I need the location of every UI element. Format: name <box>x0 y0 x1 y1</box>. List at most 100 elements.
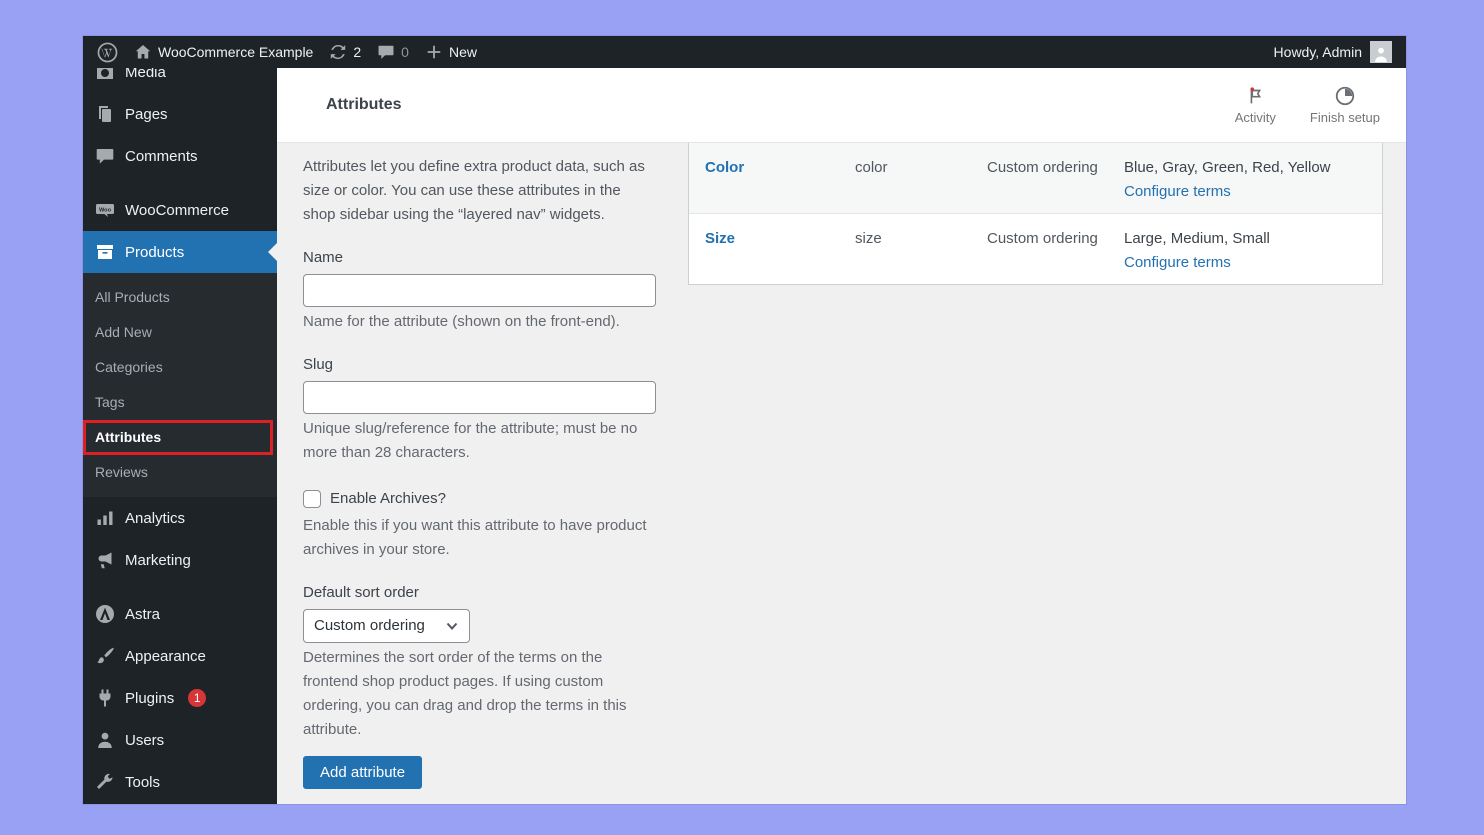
sidebar-item-astra[interactable]: Astra <box>83 593 277 635</box>
wordpress-logo-menu[interactable] <box>97 42 118 63</box>
sidebar-item-analytics[interactable]: Analytics <box>83 497 277 539</box>
add-attribute-button[interactable]: Add attribute <box>303 756 423 789</box>
submenu-item-tags[interactable]: Tags <box>83 384 277 419</box>
sidebar-item-pages[interactable]: Pages <box>83 93 277 135</box>
name-input[interactable] <box>303 274 656 307</box>
submenu-label: Add New <box>95 323 152 340</box>
site-name: WooCommerce Example <box>158 44 314 60</box>
submenu-item-attributes[interactable]: Attributes <box>83 419 277 454</box>
wordpress-logo-icon <box>97 42 118 62</box>
updates-menu[interactable]: 2 <box>329 43 361 61</box>
comments-count: 0 <box>401 44 409 60</box>
chevron-down-icon <box>446 622 458 630</box>
slug-label: Slug <box>303 356 334 373</box>
submenu-label: Attributes <box>95 428 162 445</box>
setup-progress-icon <box>1335 86 1355 106</box>
sidebar-item-woocommerce[interactable]: Woo WooCommerce <box>83 189 277 231</box>
person-icon <box>1375 47 1387 63</box>
slug-input[interactable] <box>303 381 656 414</box>
finish-setup-button[interactable]: Finish setup <box>1310 85 1380 125</box>
attribute-name-link[interactable]: Size <box>705 230 735 247</box>
users-icon <box>98 732 112 748</box>
archives-help-text: Enable this if you want this attribute t… <box>303 517 647 558</box>
sidebar-item-tools[interactable]: Tools <box>83 761 277 803</box>
page-title: Attributes <box>326 96 402 113</box>
sort-order-value: Custom ordering <box>314 617 425 634</box>
attribute-orderby-cell: Custom ordering <box>987 159 1098 176</box>
submenu-item-all-products[interactable]: All Products <box>83 279 277 314</box>
sidebar-separator <box>83 177 277 189</box>
terms-list: Blue, Gray, Green, Red, Yellow <box>1124 159 1331 176</box>
sidebar-item-plugins[interactable]: Plugins 1 <box>83 677 277 719</box>
attributes-intro-text: Attributes let you define extra product … <box>303 158 645 223</box>
add-attribute-form: Attributes let you define extra product … <box>303 143 656 789</box>
sidebar-item-label: Products <box>125 243 185 261</box>
avatar <box>1370 41 1392 63</box>
table-row-color: Color color Custom ordering Blue, Gray, … <box>689 143 1382 214</box>
updates-icon <box>331 44 346 60</box>
submenu-label: Reviews <box>95 463 148 480</box>
enable-archives-row: Enable Archives? <box>303 487 656 511</box>
slug-help-text: Unique slug/reference for the attribute;… <box>303 420 638 461</box>
site-menu[interactable]: WooCommerce Example <box>134 43 313 61</box>
admin-window: WooCommerce Example 2 0 New Howdy, Admin… <box>83 36 1406 804</box>
sidebar-item-label: Appearance <box>125 647 206 665</box>
enable-archives-checkbox[interactable] <box>303 490 321 508</box>
sort-order-label: Default sort order <box>303 584 419 601</box>
sidebar-item-marketing[interactable]: Marketing <box>83 539 277 581</box>
sidebar-item-label: Pages <box>125 105 168 123</box>
sidebar-item-label: Plugins <box>125 689 175 707</box>
submenu-item-categories[interactable]: Categories <box>83 349 277 384</box>
astra-icon <box>96 605 114 623</box>
submenu-label: All Products <box>95 288 170 305</box>
comment-bubble-icon <box>378 45 394 59</box>
submenu-label: Categories <box>95 358 163 375</box>
admin-bar: WooCommerce Example 2 0 New Howdy, Admin <box>83 36 1406 68</box>
attribute-orderby-cell: Custom ordering <box>987 230 1098 247</box>
page-header: Attributes Activity Finish setup <box>277 68 1406 143</box>
products-submenu: All Products Add New Categories Tags Att… <box>83 273 277 497</box>
attribute-slug-cell: size <box>855 230 882 247</box>
comments-menu[interactable]: 0 <box>377 43 409 61</box>
configure-terms-link[interactable]: Configure terms <box>1124 251 1372 275</box>
media-icon <box>97 68 113 79</box>
submenu-item-reviews[interactable]: Reviews <box>83 454 277 489</box>
marketing-icon <box>98 552 112 569</box>
sidebar-item-label: Marketing <box>125 551 191 569</box>
terms-list: Large, Medium, Small <box>1124 230 1270 247</box>
sidebar-item-label: Comments <box>125 147 198 165</box>
configure-terms-link[interactable]: Configure terms <box>1124 180 1372 204</box>
sidebar-item-users[interactable]: Users <box>83 719 277 761</box>
sort-order-select[interactable]: Custom ordering <box>303 609 470 643</box>
sidebar: Media Pages Comments Woo WooCommerce Pro… <box>83 68 277 804</box>
sidebar-item-label: Media <box>125 68 166 81</box>
new-content-menu[interactable]: New <box>425 43 477 61</box>
attributes-table: Color color Custom ordering Blue, Gray, … <box>688 143 1383 285</box>
sidebar-item-appearance[interactable]: Appearance <box>83 635 277 677</box>
table-row-size: Size size Custom ordering Large, Medium,… <box>689 214 1382 284</box>
sidebar-item-comments[interactable]: Comments <box>83 135 277 177</box>
header-actions: Activity Finish setup <box>1235 85 1380 125</box>
finish-setup-label: Finish setup <box>1309 110 1380 125</box>
sidebar-item-label: Astra <box>125 605 161 623</box>
activity-flag-icon <box>1250 87 1262 104</box>
attribute-name-link[interactable]: Color <box>705 159 744 176</box>
svg-text:Woo: Woo <box>99 207 112 213</box>
updates-count: 2 <box>353 44 362 60</box>
name-help-text: Name for the attribute (shown on the fro… <box>303 313 620 330</box>
activity-button[interactable]: Activity <box>1235 85 1276 125</box>
tools-icon <box>97 773 113 789</box>
analytics-icon <box>97 511 113 525</box>
sidebar-item-label: Tools <box>125 773 161 791</box>
submenu-item-add-new[interactable]: Add New <box>83 314 277 349</box>
sidebar-item-media[interactable]: Media <box>83 68 277 93</box>
sidebar-item-products[interactable]: Products <box>83 231 277 273</box>
enable-archives-label: Enable Archives? <box>330 490 446 507</box>
plugins-icon <box>99 689 111 707</box>
sidebar-item-label: Analytics <box>125 509 186 527</box>
comments-icon <box>96 149 114 164</box>
pages-icon <box>99 106 111 122</box>
sidebar-item-label: Users <box>125 731 165 749</box>
attribute-name-cell: Color <box>689 143 839 213</box>
account-menu[interactable]: Howdy, Admin <box>1274 41 1392 63</box>
